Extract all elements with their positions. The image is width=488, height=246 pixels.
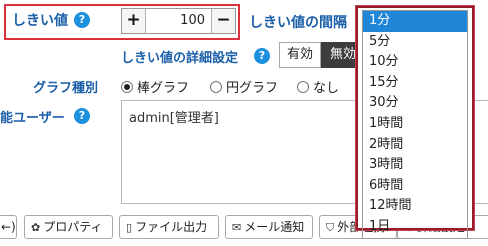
- graph-type-label: グラフ種別: [33, 81, 99, 96]
- interval-option[interactable]: 3時間: [363, 155, 467, 176]
- enabled-toggle-button[interactable]: 有効: [279, 42, 321, 68]
- interval-option[interactable]: 1日: [363, 217, 467, 238]
- help-icon[interactable]: ?: [254, 48, 270, 64]
- interval-dropdown-list[interactable]: 1分 5分 10分 15分 30分 1時間 2時間 3時間 6時間 12時間 1…: [356, 6, 474, 239]
- interval-label: しきい値の間隔: [249, 15, 347, 31]
- interval-option[interactable]: 1分: [363, 11, 467, 32]
- radio-label: 棒グラフ: [137, 81, 190, 96]
- interval-option[interactable]: 5分: [363, 32, 467, 53]
- interval-option[interactable]: 6時間: [363, 176, 467, 197]
- detail-settings-label: しきい値の詳細設定: [121, 51, 239, 66]
- interval-option[interactable]: 2時間: [363, 135, 467, 156]
- interval-option[interactable]: 12時間: [363, 196, 467, 217]
- interval-option[interactable]: 30分: [363, 93, 467, 114]
- shield-icon: ⛉: [326, 221, 335, 234]
- previous-label: ←): [1, 220, 16, 234]
- help-icon[interactable]: ?: [74, 12, 90, 28]
- mail-notify-button[interactable]: ✉ メール通知: [225, 215, 313, 239]
- mail-label: メール通知: [244, 220, 305, 234]
- radio-label: 円グラフ: [226, 81, 279, 96]
- envelope-icon: ✉: [232, 221, 242, 234]
- threshold-label: しきい値: [12, 13, 68, 29]
- users-value: admin[管理者]: [129, 111, 219, 126]
- radio-bar-chart[interactable]: 棒グラフ: [121, 77, 189, 96]
- radio-label: なし: [313, 81, 340, 96]
- threshold-input[interactable]: 100: [147, 9, 211, 33]
- properties-button[interactable]: ✿ プロパティ: [24, 215, 113, 239]
- increment-button[interactable]: +: [122, 9, 146, 33]
- users-label: 能ユーザー: [0, 111, 65, 126]
- previous-button[interactable]: ←): [0, 215, 17, 239]
- properties-label: プロパティ: [43, 220, 103, 234]
- interval-option[interactable]: 15分: [363, 73, 467, 94]
- interval-option[interactable]: 1時間: [363, 114, 467, 135]
- radio-unchecked-icon: [297, 81, 309, 93]
- interval-option[interactable]: 10分: [363, 52, 467, 73]
- decrement-button[interactable]: −: [211, 9, 235, 33]
- help-icon[interactable]: ?: [74, 108, 90, 124]
- radio-checked-icon: [121, 81, 133, 93]
- radio-unchecked-icon: [210, 81, 222, 93]
- radio-pie-chart[interactable]: 円グラフ: [210, 77, 278, 96]
- file-output-label: ファイル出力: [135, 220, 208, 234]
- file-output-button[interactable]: ▯ ファイル出力: [119, 215, 219, 239]
- file-icon: ▯: [126, 221, 133, 234]
- gear-icon: ✿: [31, 221, 41, 234]
- threshold-stepper[interactable]: + 100 −: [121, 8, 236, 34]
- radio-none[interactable]: なし: [297, 77, 339, 96]
- interval-options: 1分 5分 10分 15分 30分 1時間 2時間 3時間 6時間 12時間 1…: [362, 10, 468, 239]
